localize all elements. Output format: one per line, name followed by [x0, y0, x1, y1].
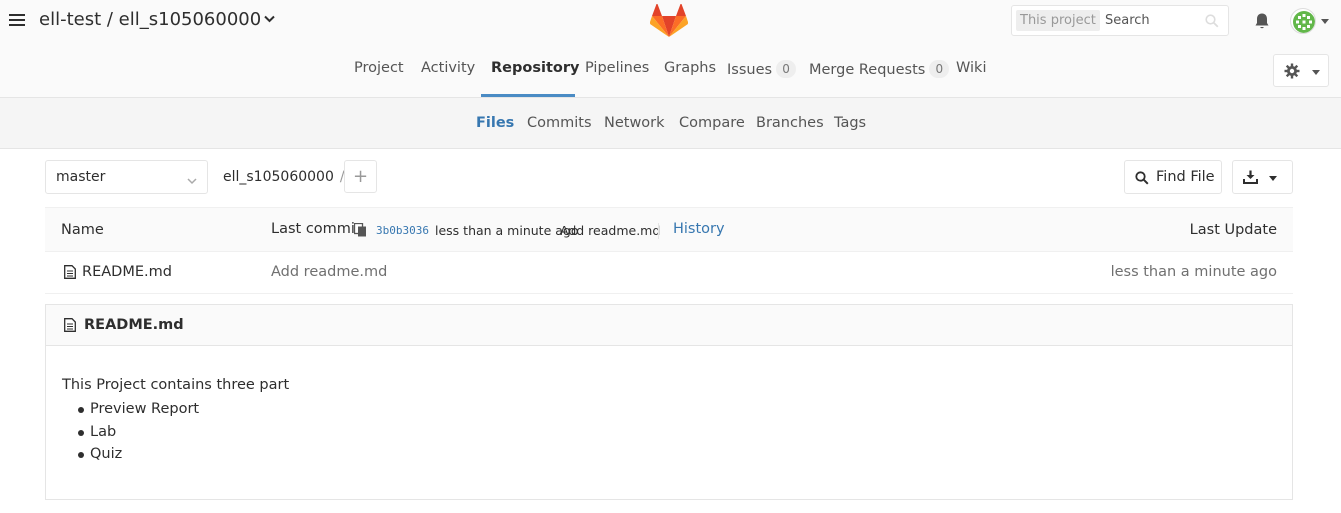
readme-title[interactable]: README.md [84, 317, 184, 333]
file-icon [64, 318, 76, 336]
top-header: ell-test / ell_s105060000 This project S… [0, 0, 1341, 44]
file-name-link[interactable]: README.md [82, 264, 172, 280]
readme-paragraph: This Project contains three part [62, 377, 290, 393]
issues-count-badge: 0 [776, 60, 797, 78]
tab-pipelines[interactable]: Pipelines [585, 60, 649, 76]
breadcrumb-root[interactable]: ell_s105060000 [223, 169, 334, 185]
search-input[interactable]: Search [1105, 13, 1150, 28]
column-last-commit: Last commit [271, 221, 361, 237]
hamburger-icon[interactable] [9, 14, 25, 28]
tab-issues[interactable]: Issues 0 [727, 60, 797, 78]
search-icon [1135, 171, 1149, 185]
chevron-down-icon [187, 173, 197, 189]
merge-requests-count-badge: 0 [929, 60, 950, 78]
subtab-files[interactable]: Files [476, 115, 514, 131]
tab-merge-requests-label: Merge Requests [809, 62, 926, 78]
search-icon [1205, 14, 1219, 28]
tab-activity[interactable]: Activity [421, 60, 475, 76]
chevron-down-icon[interactable] [264, 12, 275, 26]
table-row[interactable]: README.md Add readme.md less than a minu… [45, 252, 1293, 294]
readme-list: Preview Report Lab Quiz [62, 398, 289, 466]
project-nav: Project Activity Repository Pipelines Gr… [0, 44, 1341, 98]
readme-panel: README.md This Project contains three pa… [45, 304, 1293, 500]
commit-time: less than a minute ago [435, 223, 579, 238]
readme-content: This Project contains three part Preview… [62, 377, 289, 466]
tab-project[interactable]: Project [354, 60, 404, 76]
download-dropdown-button[interactable] [1232, 160, 1293, 194]
list-item: Quiz [62, 443, 289, 466]
find-file-button[interactable]: Find File [1124, 160, 1222, 194]
subtab-branches[interactable]: Branches [756, 115, 824, 131]
history-link[interactable]: History [673, 221, 725, 237]
tab-merge-requests[interactable]: Merge Requests 0 [809, 60, 950, 78]
readme-header: README.md [46, 305, 1292, 346]
divider [658, 223, 659, 239]
subtab-tags[interactable]: Tags [834, 115, 866, 131]
tab-repository[interactable]: Repository [491, 60, 579, 76]
avatar[interactable] [1290, 8, 1316, 34]
commit-sha-link[interactable]: 3b0b3036 [376, 224, 429, 237]
gitlab-logo-icon[interactable] [649, 3, 689, 38]
file-last-update: less than a minute ago [1110, 264, 1277, 280]
file-commit-message[interactable]: Add readme.md [271, 264, 387, 280]
file-icon [64, 265, 76, 283]
subtab-network[interactable]: Network [604, 115, 665, 131]
column-last-update: Last Update [1189, 222, 1277, 238]
tab-issues-label: Issues [727, 62, 773, 78]
chevron-down-icon [1269, 176, 1277, 181]
chevron-down-icon [1312, 70, 1320, 75]
branch-name: master [56, 169, 106, 185]
list-item: Lab [62, 421, 289, 444]
commit-message-link[interactable]: Add readme.md [560, 223, 660, 238]
title-separator: / [101, 9, 119, 30]
file-table-header: Name Last commit 3b0b3036 less than a mi… [45, 207, 1293, 252]
repository-subnav: Files Commits Network Compare Branches T… [0, 98, 1341, 149]
active-tab-indicator [481, 94, 575, 97]
breadcrumb: ell_s105060000/ [223, 169, 345, 185]
plus-icon: + [352, 166, 369, 187]
subtab-compare[interactable]: Compare [679, 115, 745, 131]
project-name[interactable]: ell_s105060000 [119, 9, 262, 30]
search-scope-badge[interactable]: This project [1016, 10, 1100, 31]
add-file-button[interactable]: + [344, 160, 377, 193]
settings-dropdown-button[interactable] [1273, 54, 1329, 87]
find-file-label: Find File [1156, 169, 1215, 185]
list-item: Preview Report [62, 398, 289, 421]
bell-icon[interactable] [1253, 12, 1271, 30]
tab-graphs[interactable]: Graphs [664, 60, 716, 76]
project-title[interactable]: ell-test / ell_s105060000 [39, 9, 275, 30]
group-name[interactable]: ell-test [39, 9, 101, 30]
gear-icon [1284, 63, 1300, 79]
copy-icon[interactable] [353, 222, 367, 241]
branch-selector[interactable]: master [45, 160, 208, 194]
subtab-commits[interactable]: Commits [527, 115, 592, 131]
tab-wiki[interactable]: Wiki [956, 60, 986, 76]
column-name: Name [61, 222, 104, 238]
search-box[interactable]: This project Search [1011, 5, 1229, 36]
download-icon [1243, 170, 1258, 184]
chevron-down-icon[interactable] [1321, 19, 1329, 24]
